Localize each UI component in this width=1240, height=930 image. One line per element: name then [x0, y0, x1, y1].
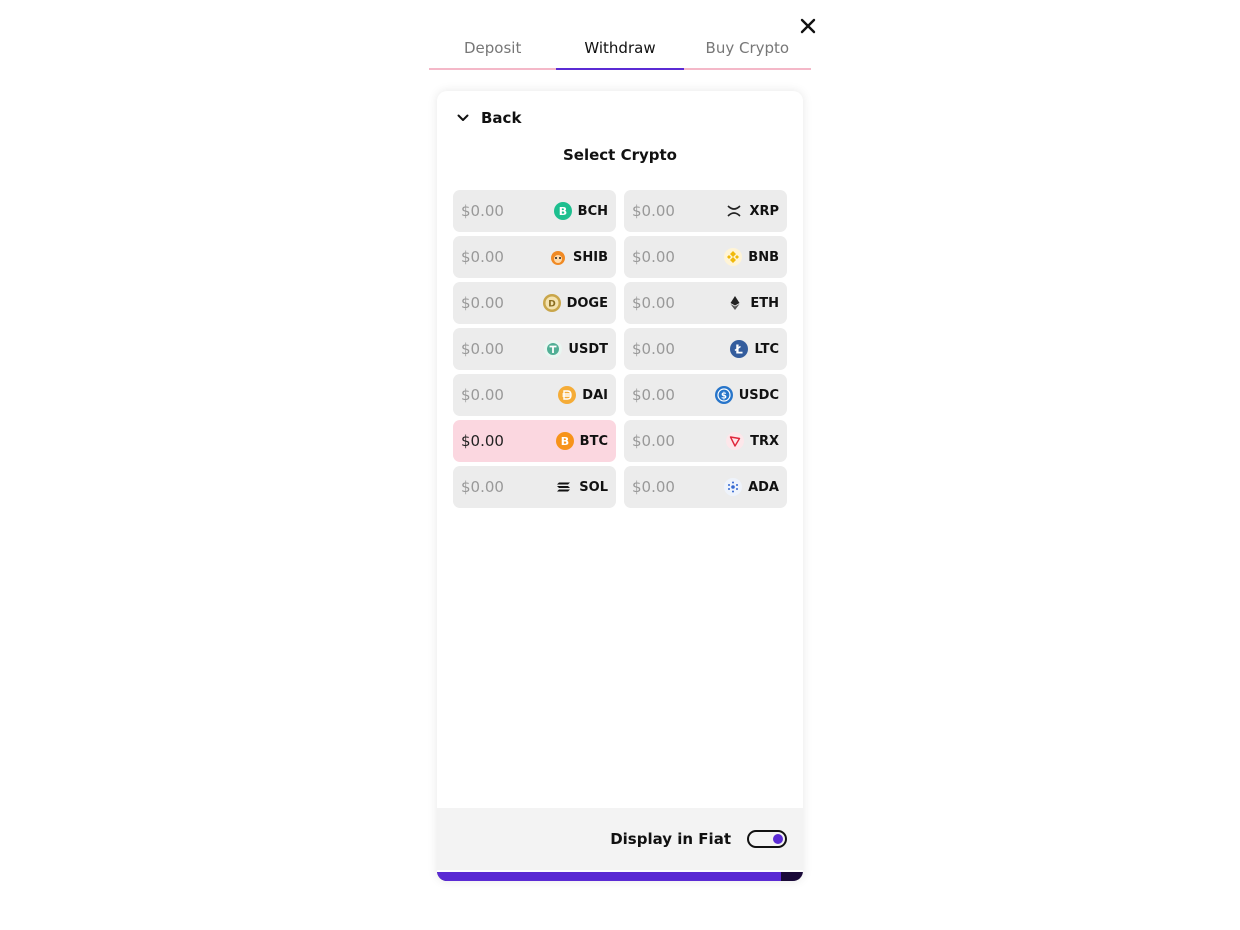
trx-icon [726, 432, 745, 450]
display-in-fiat-toggle[interactable] [747, 830, 787, 848]
svg-text:B: B [558, 205, 566, 218]
ltc-icon: Ł [730, 340, 749, 358]
coin-amount: $0.00 [632, 432, 675, 450]
xrp-icon [725, 202, 743, 220]
coin-amount: $0.00 [632, 386, 675, 404]
coin-option-sol[interactable]: $0.00 SOL [453, 466, 616, 508]
back-label: Back [481, 109, 522, 127]
coin-amount: $0.00 [632, 340, 675, 358]
coin-option-xrp[interactable]: $0.00 XRP [624, 190, 787, 232]
usdt-icon [544, 340, 563, 358]
bnb-icon [724, 248, 743, 266]
shib-icon [549, 248, 567, 266]
coin-option-usdt[interactable]: $0.00 USDT [453, 328, 616, 370]
coin-option-doge[interactable]: $0.00 D DOGE [453, 282, 616, 324]
coin-amount: $0.00 [461, 202, 504, 220]
coin-option-trx[interactable]: $0.00 TRX [624, 420, 787, 462]
coin-symbol: USDT [568, 341, 608, 357]
coin-amount: $0.00 [461, 386, 504, 404]
coin-option-bnb[interactable]: $0.00 BNB [624, 236, 787, 278]
coin-symbol: XRP [749, 203, 779, 219]
tab-deposit[interactable]: Deposit [429, 36, 556, 68]
toggle-knob [773, 834, 783, 844]
doge-icon: D [542, 294, 561, 312]
coin-amount: $0.00 [461, 294, 504, 312]
back-button[interactable]: Back [457, 108, 521, 128]
coin-symbol: BTC [579, 433, 608, 449]
svg-text:Ł: Ł [735, 343, 744, 357]
coin-amount: $0.00 [461, 478, 504, 496]
coin-symbol: ETH [750, 295, 779, 311]
coin-amount: $0.00 [632, 294, 675, 312]
coin-amount: $0.00 [632, 202, 675, 220]
btc-icon: B [555, 432, 574, 450]
coin-symbol: DAI [582, 387, 608, 403]
tab-buy-crypto[interactable]: Buy Crypto [684, 36, 811, 68]
close-icon[interactable] [797, 15, 819, 37]
chevron-down-icon [457, 114, 469, 121]
ada-icon [724, 478, 743, 496]
dai-icon [558, 386, 577, 404]
coin-option-eth[interactable]: $0.00 ETH [624, 282, 787, 324]
display-in-fiat-label: Display in Fiat [610, 830, 731, 848]
coin-symbol: SOL [579, 479, 608, 495]
coin-option-ada[interactable]: $0.00 ADA [624, 466, 787, 508]
select-crypto-card: Back Select Crypto $0.00 B BCH $0.00 XRP… [437, 91, 803, 881]
coin-symbol: USDC [738, 387, 779, 403]
coin-symbol: BCH [577, 203, 608, 219]
coin-option-bch[interactable]: $0.00 B BCH [453, 190, 616, 232]
progress-fill [437, 872, 782, 881]
coin-symbol: TRX [750, 433, 779, 449]
coin-option-ltc[interactable]: $0.00 Ł LTC [624, 328, 787, 370]
coin-amount: $0.00 [461, 432, 504, 450]
tab-withdraw[interactable]: Withdraw [556, 36, 684, 70]
coin-symbol: ADA [748, 479, 779, 495]
coin-option-shib[interactable]: $0.00 SHIB [453, 236, 616, 278]
svg-text:D: D [548, 300, 555, 310]
coin-amount: $0.00 [461, 248, 504, 266]
coin-symbol: LTC [754, 341, 779, 357]
coin-option-usdc[interactable]: $0.00 $ USDC [624, 374, 787, 416]
sol-icon [555, 478, 573, 496]
coin-symbol: BNB [748, 249, 779, 265]
eth-icon [726, 294, 744, 312]
coin-symbol: DOGE [566, 295, 608, 311]
card-footer: Display in Fiat [437, 808, 803, 870]
usdc-icon: $ [714, 386, 733, 404]
coin-amount: $0.00 [632, 248, 675, 266]
crypto-grid: $0.00 B BCH $0.00 XRP $0.00 SHIB $0.00 B… [453, 190, 787, 508]
coin-option-dai[interactable]: $0.00 DAI [453, 374, 616, 416]
page-title: Select Crypto [563, 146, 677, 164]
svg-text:B: B [560, 435, 568, 448]
svg-text:$: $ [721, 391, 727, 401]
tab-bar: Deposit Withdraw Buy Crypto [429, 36, 811, 70]
coin-option-btc[interactable]: $0.00 B BTC [453, 420, 616, 462]
coin-symbol: SHIB [573, 249, 608, 265]
coin-amount: $0.00 [632, 478, 675, 496]
coin-amount: $0.00 [461, 340, 504, 358]
progress-bar [437, 872, 803, 881]
bch-icon: B [553, 202, 572, 220]
